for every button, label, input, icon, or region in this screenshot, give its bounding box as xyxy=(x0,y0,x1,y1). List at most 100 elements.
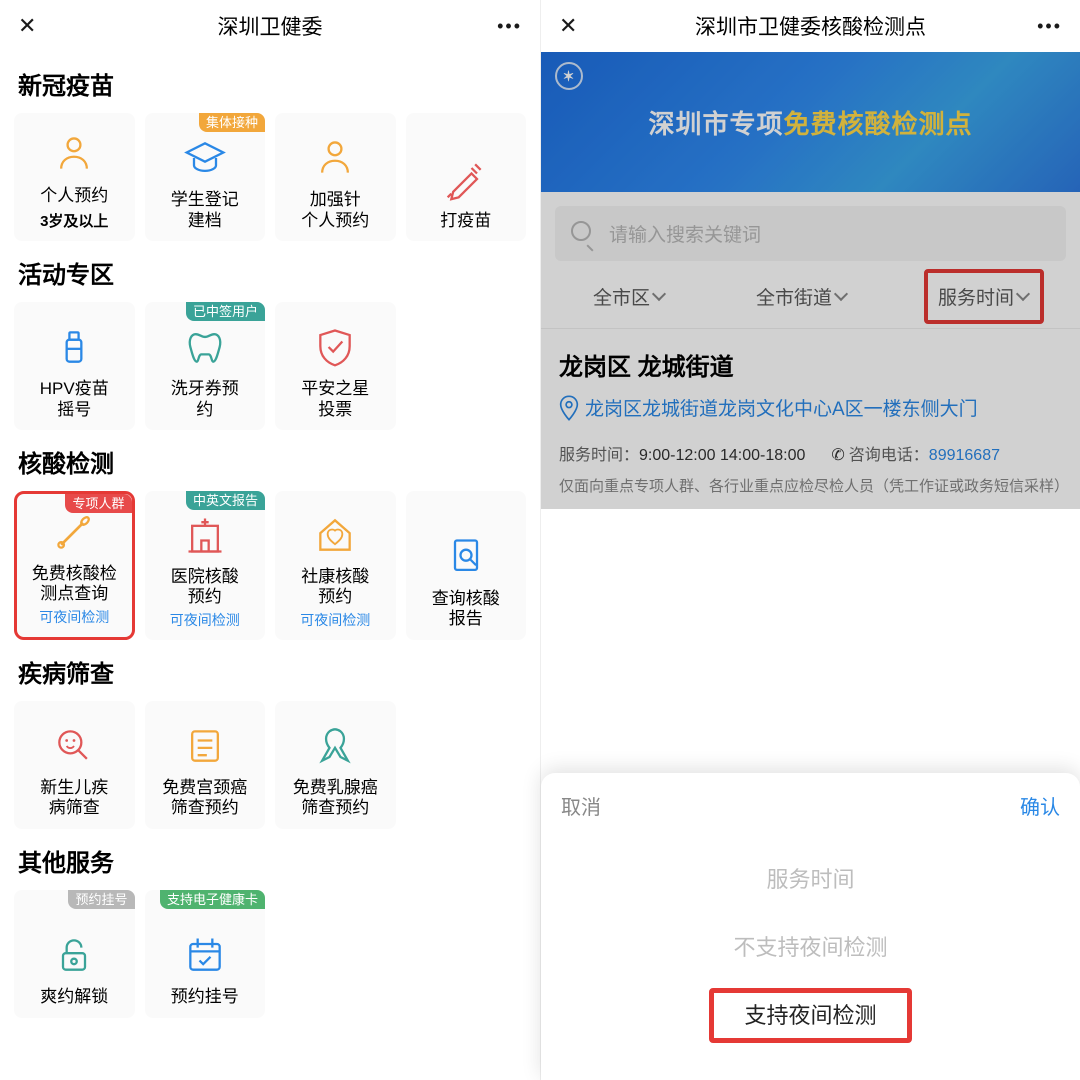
tile-grid: 个人预约3岁及以上集体接种学生登记建档加强针个人预约打疫苗 xyxy=(14,113,526,241)
service-time: 9:00-12:00 14:00-18:00 xyxy=(639,447,805,464)
tile-label-2: 约 xyxy=(196,400,213,420)
tile-booster-appoint[interactable]: 加强针个人预约 xyxy=(275,113,396,241)
tile-label: 洗牙券预 xyxy=(171,379,239,399)
calendar-icon xyxy=(183,933,227,977)
picker-sheet: 取消 确认 服务时间不支持夜间检测支持夜间检测 xyxy=(541,773,1080,1080)
section-title: 疾病筛查 xyxy=(18,654,526,689)
tile-register[interactable]: 支持电子健康卡预约挂号 xyxy=(145,890,266,1018)
tile-label: 平安之星 xyxy=(301,379,369,399)
tile-label: 社康核酸 xyxy=(301,567,369,587)
pin-icon xyxy=(559,396,579,420)
tile-label-2: 筛查预约 xyxy=(171,798,239,818)
page-title: 深圳市卫健委核酸检测点 xyxy=(541,11,1080,41)
tile-label: 爽约解锁 xyxy=(40,987,108,1007)
filter-service-time[interactable]: 服务时间 xyxy=(938,283,1028,310)
tile-label: HPV疫苗 xyxy=(40,379,109,399)
phone-number[interactable]: 89916687 xyxy=(929,447,1000,464)
tile-label: 新生儿疾 xyxy=(40,778,108,798)
badge: 集体接种 xyxy=(199,113,265,132)
search-input[interactable]: 请输入搜索关键词 xyxy=(555,206,1066,261)
hero-prefix: 深圳市专项 xyxy=(648,109,783,139)
filter-bar: 全市区 全市街道 服务时间 xyxy=(541,261,1080,329)
left-pane: 深圳卫健委 新冠疫苗个人预约3岁及以上集体接种学生登记建档加强针个人预约打疫苗活… xyxy=(0,0,540,1080)
tile-grid: 预约挂号爽约解锁支持电子健康卡预约挂号 xyxy=(14,890,526,1018)
tile-community-test[interactable]: 社康核酸预约可夜间检测 xyxy=(275,491,396,640)
tile-hpv-lottery[interactable]: HPV疫苗摇号 xyxy=(14,302,135,430)
confirm-button[interactable]: 确认 xyxy=(1020,791,1060,820)
tile-unlock[interactable]: 预约挂号爽约解锁 xyxy=(14,890,135,1018)
hospital-icon xyxy=(183,513,227,557)
tile-label: 查询核酸 xyxy=(432,589,500,609)
tile-label: 个人预约 xyxy=(40,186,108,206)
filter-label: 全市区 xyxy=(593,283,650,310)
tile-vaccinate[interactable]: 打疫苗 xyxy=(406,113,527,241)
badge: 专项人群 xyxy=(65,494,131,513)
filter-street[interactable]: 全市街道 xyxy=(756,283,846,310)
chevron-down-icon xyxy=(836,286,846,308)
filter-district[interactable]: 全市区 xyxy=(593,283,664,310)
tile-free-test-lookup[interactable]: 专项人群免费核酸检测点查询可夜间检测 xyxy=(14,491,135,640)
tile-label-2: 预约 xyxy=(188,587,222,607)
tile-label-2: 建档 xyxy=(188,211,222,231)
tile-query-report[interactable]: 查询核酸报告 xyxy=(406,491,527,640)
left-topbar: 深圳卫健委 xyxy=(0,0,540,52)
tile-label: 预约挂号 xyxy=(171,987,239,1007)
house-heart-icon xyxy=(313,513,357,557)
tile-sublabel: 3岁及以上 xyxy=(40,210,108,231)
left-content: 新冠疫苗个人预约3岁及以上集体接种学生登记建档加强针个人预约打疫苗活动专区HPV… xyxy=(0,66,540,1028)
person-icon xyxy=(52,132,96,176)
highlight-box: 支持夜间检测 xyxy=(709,988,911,1043)
tile-breast-screen[interactable]: 免费乳腺癌筛查预约 xyxy=(275,701,396,829)
right-body: ✶ 深圳市专项免费核酸检测点 请输入搜索关键词 全市区全市街道服务时间 龙岗区 … xyxy=(541,52,1080,509)
tile-label-2: 测点查询 xyxy=(40,584,108,604)
result-card: 龙岗区 龙城街道 龙岗区龙城街道龙岗文化中心A区一楼东侧大门 服务时间：9:00… xyxy=(541,329,1080,509)
hero-highlight: 免费核酸检测点 xyxy=(784,109,973,139)
tile-note: 可夜间检测 xyxy=(300,610,370,630)
phone-label: 咨询电话： xyxy=(849,447,929,464)
close-icon[interactable] xyxy=(18,13,36,39)
page-title: 深圳卫健委 xyxy=(0,11,540,41)
result-note: 仅面向重点专项人群、各行业重点应检尽检人员（凭工作证或政务短信采样） xyxy=(559,475,1062,499)
tile-label: 学生登记 xyxy=(171,190,239,210)
person-icon xyxy=(313,136,357,180)
picker-option[interactable]: 服务时间 xyxy=(561,844,1060,912)
picker-option[interactable]: 不支持夜间检测 xyxy=(561,912,1060,980)
address-row[interactable]: 龙岗区龙城街道龙岗文化中心A区一楼东侧大门 xyxy=(559,396,1062,425)
tile-label-2: 筛查预约 xyxy=(301,798,369,818)
tile-label-2: 摇号 xyxy=(57,400,91,420)
filter-label: 全市街道 xyxy=(756,283,832,310)
tile-grid: 新生儿疾病筛查免费宫颈癌筛查预约免费乳腺癌筛查预约 xyxy=(14,701,526,829)
picker-list[interactable]: 服务时间不支持夜间检测支持夜间检测 xyxy=(561,844,1060,1048)
tile-hospital-test[interactable]: 中英文报告医院核酸预约可夜间检测 xyxy=(145,491,266,640)
ribbon-icon xyxy=(313,724,357,768)
tooth-icon xyxy=(183,325,227,369)
bottle-icon xyxy=(52,325,96,369)
tile-cervical-screen[interactable]: 免费宫颈癌筛查预约 xyxy=(145,701,266,829)
syringe-icon xyxy=(444,157,488,201)
tile-student-reg[interactable]: 集体接种学生登记建档 xyxy=(145,113,266,241)
more-icon[interactable] xyxy=(497,14,522,38)
tile-label: 免费宫颈癌 xyxy=(162,778,247,798)
more-icon[interactable] xyxy=(1037,14,1062,38)
tile-personal-appoint[interactable]: 个人预约 3岁及以上 xyxy=(14,113,135,241)
baby-search-icon xyxy=(52,724,96,768)
tile-newborn-screen[interactable]: 新生儿疾病筛查 xyxy=(14,701,135,829)
tile-label-2: 病筛查 xyxy=(49,798,100,818)
cancel-button[interactable]: 取消 xyxy=(561,791,601,820)
chevron-down-icon xyxy=(1018,286,1028,308)
search-placeholder: 请输入搜索关键词 xyxy=(609,220,761,247)
badge: 预约挂号 xyxy=(68,890,134,909)
tile-dental-appoint[interactable]: 已中签用户洗牙券预约 xyxy=(145,302,266,430)
tile-label: 医院核酸 xyxy=(171,567,239,587)
section-title: 核酸检测 xyxy=(18,444,526,479)
tile-label-2: 报告 xyxy=(449,609,483,629)
tile-label-2: 投票 xyxy=(318,400,352,420)
close-icon[interactable] xyxy=(559,13,577,39)
picker-option[interactable]: 支持夜间检测 xyxy=(561,980,1060,1048)
tile-grid: 专项人群免费核酸检测点查询可夜间检测 中英文报告医院核酸预约可夜间检测社康核酸预约… xyxy=(14,491,526,640)
tile-pingan-vote[interactable]: 平安之星投票 xyxy=(275,302,396,430)
result-heading: 龙岗区 龙城街道 xyxy=(559,347,1062,382)
badge: 中英文报告 xyxy=(186,491,265,510)
badge: 已中签用户 xyxy=(186,302,265,321)
shield-icon xyxy=(313,325,357,369)
